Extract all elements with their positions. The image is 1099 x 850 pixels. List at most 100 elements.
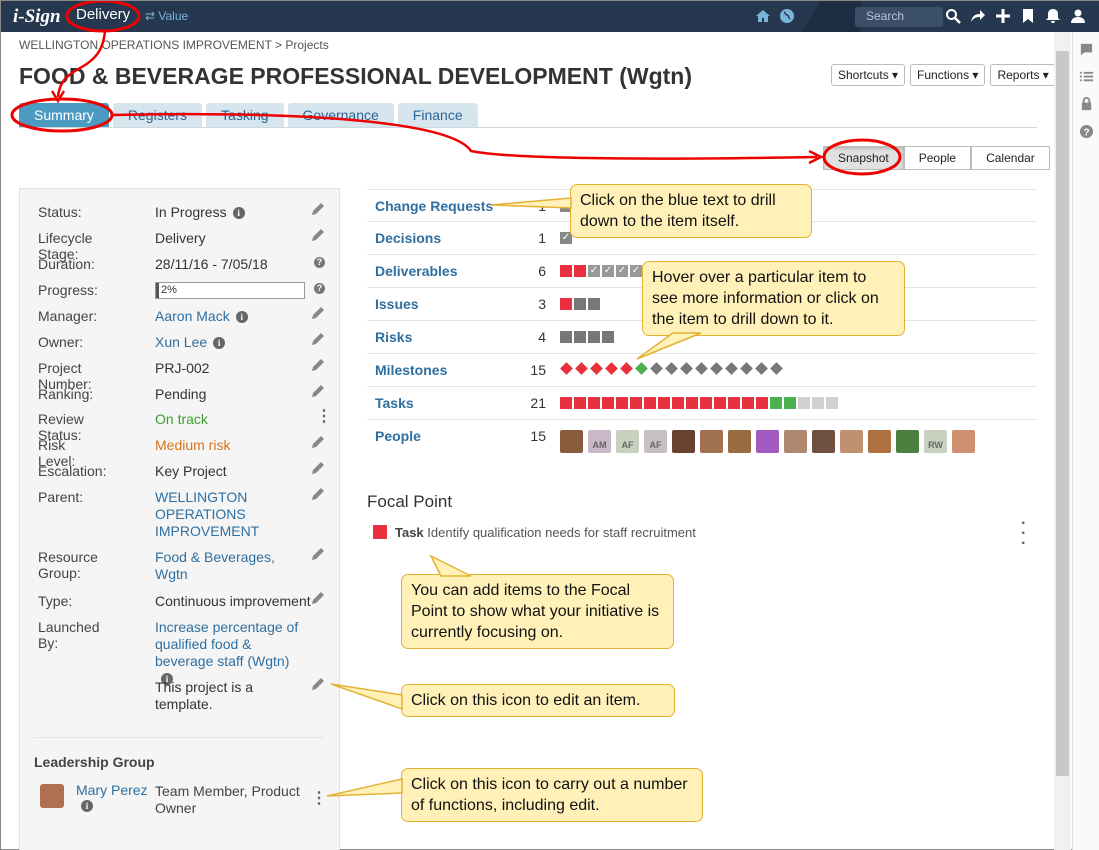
person-avatar[interactable] <box>728 430 751 453</box>
notifications-icon[interactable] <box>1045 8 1061 24</box>
user-icon[interactable] <box>1070 8 1086 24</box>
item-status-marker[interactable] <box>588 331 600 343</box>
functions-button[interactable]: Functions ▾ <box>910 64 986 86</box>
focal-item-text[interactable]: Identify qualification needs for staff r… <box>427 525 696 540</box>
share-icon[interactable] <box>970 8 986 24</box>
person-avatar[interactable] <box>868 430 891 453</box>
item-status-marker[interactable] <box>616 397 628 409</box>
comments-icon[interactable] <box>1079 42 1094 57</box>
shortcuts-button[interactable]: Shortcuts ▾ <box>831 64 906 86</box>
bookmark-icon[interactable] <box>1020 8 1036 24</box>
milestone-marker[interactable] <box>740 362 753 375</box>
item-status-marker[interactable] <box>798 397 810 409</box>
register-link-milestones[interactable]: Milestones <box>375 362 447 378</box>
milestone-marker[interactable] <box>725 362 738 375</box>
edit-pencil-icon[interactable] <box>310 460 326 476</box>
milestone-marker[interactable] <box>770 362 783 375</box>
register-link-risks[interactable]: Risks <box>375 329 412 345</box>
register-link-issues[interactable]: Issues <box>375 296 419 312</box>
mode-switcher-delivery[interactable]: Delivery <box>76 6 130 23</box>
edit-pencil-icon[interactable] <box>310 546 326 562</box>
item-status-marker[interactable] <box>574 331 586 343</box>
person-avatar[interactable] <box>840 430 863 453</box>
item-status-marker[interactable] <box>756 397 768 409</box>
item-status-marker[interactable] <box>812 397 824 409</box>
tab-governance[interactable]: Governance <box>287 103 394 127</box>
completed-item-marker[interactable]: ✓ <box>602 265 614 277</box>
completed-item-marker[interactable]: ✓ <box>616 265 628 277</box>
milestone-marker[interactable] <box>755 362 768 375</box>
help-icon[interactable]: ? <box>314 257 325 268</box>
mode-switcher-value[interactable]: ⇄ Value <box>145 9 188 23</box>
item-status-marker[interactable] <box>714 397 726 409</box>
item-status-marker[interactable] <box>672 397 684 409</box>
calendar-view-button[interactable]: Calendar <box>971 146 1050 170</box>
edit-pencil-icon[interactable] <box>310 331 326 347</box>
person-avatar[interactable]: RW <box>924 430 947 453</box>
app-logo[interactable]: i-Sign <box>13 6 61 28</box>
completed-item-marker[interactable]: ✓ <box>630 265 642 277</box>
person-avatar[interactable] <box>700 430 723 453</box>
register-link-deliverables[interactable]: Deliverables <box>375 263 458 279</box>
person-avatar[interactable] <box>672 430 695 453</box>
item-status-marker[interactable] <box>574 265 586 277</box>
person-avatar[interactable]: AF <box>644 430 667 453</box>
edit-pencil-icon[interactable] <box>310 676 326 692</box>
globe-icon[interactable] <box>779 8 795 24</box>
milestone-marker[interactable] <box>665 362 678 375</box>
register-link-people[interactable]: People <box>375 428 421 444</box>
milestone-marker[interactable] <box>605 362 618 375</box>
completed-item-marker[interactable]: ✓ <box>588 265 600 277</box>
milestone-marker[interactable] <box>620 362 633 375</box>
edit-pencil-icon[interactable] <box>310 434 326 450</box>
milestone-marker[interactable] <box>680 362 693 375</box>
milestone-marker[interactable] <box>635 362 648 375</box>
item-status-marker[interactable] <box>574 397 586 409</box>
register-link-tasks[interactable]: Tasks <box>375 395 414 411</box>
focal-point-item[interactable]: Task Identify qualification needs for st… <box>373 525 696 540</box>
tab-finance[interactable]: Finance <box>397 103 478 127</box>
list-icon[interactable] <box>1079 69 1094 84</box>
item-status-marker[interactable] <box>784 397 796 409</box>
register-link-change-requests[interactable]: Change Requests <box>375 198 493 214</box>
item-status-marker[interactable] <box>658 397 670 409</box>
person-avatar[interactable] <box>560 430 583 453</box>
milestone-marker[interactable] <box>695 362 708 375</box>
item-status-marker[interactable] <box>560 265 572 277</box>
item-status-marker[interactable] <box>644 397 656 409</box>
register-link-decisions[interactable]: Decisions <box>375 230 441 246</box>
info-icon[interactable]: i <box>81 800 93 812</box>
person-avatar[interactable] <box>812 430 835 453</box>
person-avatar[interactable] <box>952 430 975 453</box>
reports-button[interactable]: Reports ▾ <box>990 64 1056 86</box>
add-icon[interactable] <box>995 8 1011 24</box>
edit-pencil-icon[interactable] <box>310 357 326 373</box>
more-options-icon[interactable]: · · · <box>1021 516 1026 552</box>
launched-by-link[interactable]: Increase percentage of qualified food & … <box>155 619 305 687</box>
parent-link[interactable]: WELLINGTON OPERATIONS IMPROVEMENT <box>155 489 265 540</box>
edit-pencil-icon[interactable] <box>310 305 326 321</box>
milestone-marker[interactable] <box>575 362 588 375</box>
edit-pencil-icon[interactable] <box>310 590 326 606</box>
more-options-icon[interactable]: ⋮ <box>316 409 332 425</box>
item-status-marker[interactable] <box>826 397 838 409</box>
people-view-button[interactable]: People <box>903 146 972 170</box>
avatar[interactable] <box>40 784 64 808</box>
item-status-marker[interactable] <box>700 397 712 409</box>
edit-pencil-icon[interactable] <box>310 486 326 502</box>
tab-tasking[interactable]: Tasking <box>206 103 284 127</box>
item-status-marker[interactable] <box>588 298 600 310</box>
snapshot-view-button[interactable]: Snapshot <box>823 146 904 170</box>
item-status-marker[interactable] <box>602 331 614 343</box>
edit-pencil-icon[interactable] <box>310 227 326 243</box>
lock-icon[interactable] <box>1079 96 1094 111</box>
manager-link[interactable]: Aaron Mack i <box>155 308 305 325</box>
help-icon[interactable]: ? <box>1079 124 1094 139</box>
item-status-marker[interactable] <box>574 298 586 310</box>
item-status-marker[interactable] <box>560 397 572 409</box>
milestone-marker[interactable] <box>560 362 573 375</box>
scrollbar-thumb[interactable] <box>1056 51 1069 776</box>
milestone-marker[interactable] <box>650 362 663 375</box>
item-status-marker[interactable] <box>560 298 572 310</box>
milestone-marker[interactable] <box>590 362 603 375</box>
